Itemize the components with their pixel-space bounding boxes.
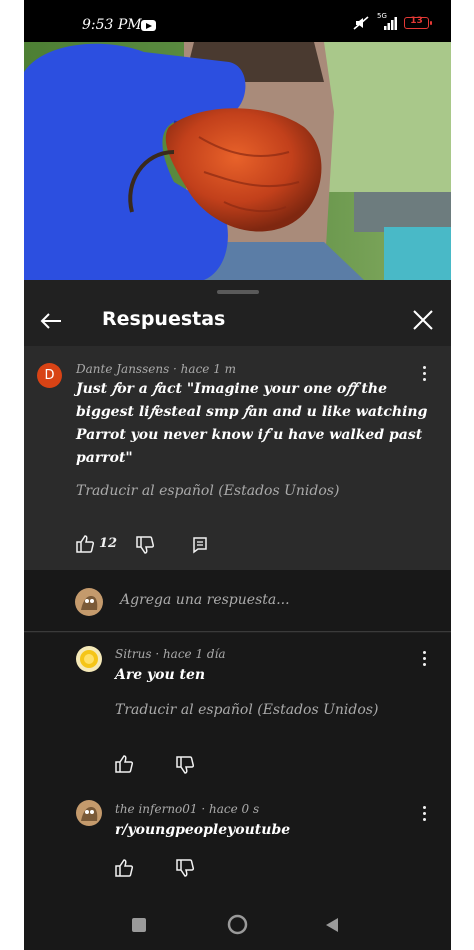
home-button[interactable]: [227, 914, 248, 935]
recent-apps-button[interactable]: [132, 918, 146, 932]
app-screen: 9:53 PM 5G 13 Respuestas D Dante Janssen…: [24, 0, 451, 950]
reply-author-meta: the in𝑓erno01 · hace 0 s: [115, 802, 260, 816]
comment-line: parrot": [76, 450, 133, 466]
thumbs-down-icon[interactable]: [135, 535, 155, 555]
comment-author-meta: Dante Janssens · hace 1 m: [76, 362, 237, 376]
avatar: [75, 588, 103, 616]
comment-text: Just 𝑓or a 𝑓act "Imagine your one o𝑓𝑓 th…: [76, 378, 427, 470]
back-button[interactable]: [324, 916, 340, 934]
network-label: 5G: [377, 12, 387, 20]
video-thumbnail: [24, 42, 451, 280]
battery-icon: 13: [404, 16, 432, 29]
reply-text: r/youngpeopleyoutube: [115, 822, 291, 838]
youtube-notification-icon: [141, 20, 156, 31]
status-icons: 5G 13: [352, 12, 432, 31]
more-options-icon[interactable]: [415, 649, 435, 669]
reply-author-meta: Sitrus · hace 1 día: [115, 647, 226, 661]
comment-line: biggest li𝑓esteal smp 𝑓an and u like wat…: [76, 404, 428, 420]
reply-comment-icon[interactable]: [190, 535, 210, 555]
replies-list: Sitrus · hace 1 día Are you ten Traducir…: [24, 633, 451, 890]
comment-line: Parrot you never know i𝑓 u have walked p…: [76, 427, 423, 443]
mute-icon: [353, 16, 369, 30]
sheet-title: Respuestas: [102, 308, 226, 330]
signal-icon: 5G: [376, 12, 398, 31]
video-player[interactable]: [24, 42, 451, 280]
thumbs-up-icon[interactable]: [75, 534, 95, 554]
avatar[interactable]: [76, 800, 102, 826]
status-bar: 9:53 PM 5G 13: [24, 0, 451, 42]
like-count: 12: [99, 536, 118, 551]
thumbs-up-icon[interactable]: [114, 754, 134, 774]
system-nav-bar: [24, 890, 451, 950]
thumbs-up-icon[interactable]: [114, 858, 134, 878]
parent-comment: D Dante Janssens · hace 1 m Just 𝑓or a 𝑓…: [24, 346, 451, 570]
battery-level: 13: [410, 16, 423, 26]
sheet-header: Respuestas: [24, 298, 451, 346]
reply-text: Are you ten: [115, 667, 206, 683]
translate-link[interactable]: Traducir al español (Estados Unidos): [76, 483, 339, 499]
reply-input-bar[interactable]: Agrega una respuesta...: [24, 570, 451, 632]
arrow-left-icon[interactable]: [36, 306, 66, 336]
reply-input-placeholder[interactable]: Agrega una respuesta...: [120, 592, 290, 608]
avatar[interactable]: [76, 646, 102, 672]
translate-link[interactable]: Traducir al español (Estados Unidos): [115, 702, 378, 718]
thumbs-down-icon[interactable]: [175, 755, 195, 775]
close-icon[interactable]: [409, 306, 437, 334]
status-time: 9:53 PM: [82, 17, 142, 33]
avatar[interactable]: D: [37, 363, 62, 388]
comment-line: Just 𝑓or a 𝑓act "Imagine your one o𝑓𝑓 th…: [76, 381, 387, 397]
drag-handle[interactable]: [217, 290, 259, 294]
thumbs-down-icon[interactable]: [175, 858, 195, 878]
replies-sheet: Respuestas D Dante Janssens · hace 1 m J…: [24, 280, 451, 950]
more-options-icon[interactable]: [415, 804, 435, 824]
